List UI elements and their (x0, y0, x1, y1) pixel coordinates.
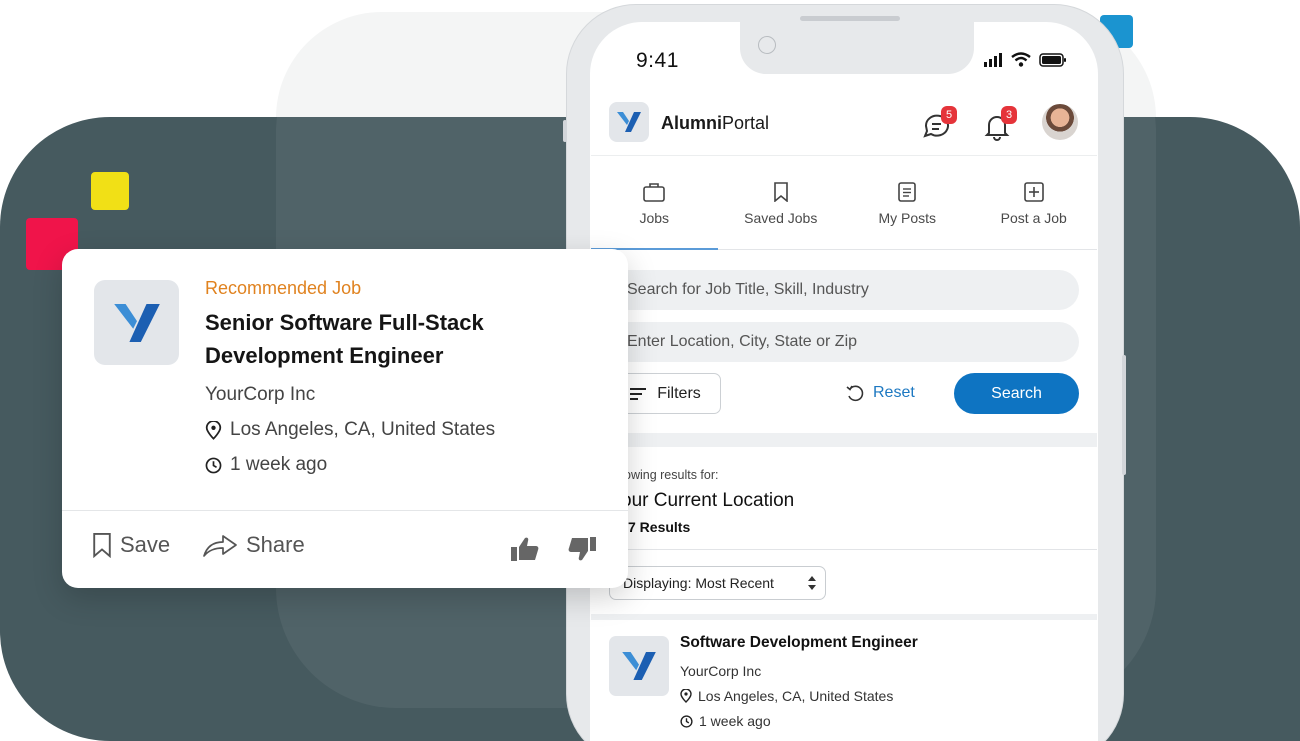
recommended-job-card[interactable]: Recommended Job Senior Software Full-Sta… (62, 249, 628, 588)
thumbs-down-icon[interactable] (567, 536, 597, 562)
results-divider (591, 549, 1097, 550)
save-label: Save (120, 532, 171, 557)
app-logo[interactable] (609, 102, 649, 142)
recommended-time: 1 week ago (205, 454, 327, 476)
app-title: AlumniPortal (661, 113, 769, 134)
card-divider (62, 510, 628, 511)
tab-my-posts[interactable]: My Posts (844, 172, 971, 249)
job-listing-location-text: Los Angeles, CA, United States (698, 688, 894, 704)
y-logo-icon (113, 303, 160, 342)
reset-button[interactable]: Reset (845, 383, 915, 403)
plus-square-icon (1023, 182, 1044, 202)
search-button[interactable]: Search (954, 373, 1079, 414)
bookmark-icon (93, 532, 111, 558)
battery-icon (1039, 52, 1066, 67)
clock-icon (205, 457, 222, 473)
messages-badge: 5 (941, 106, 957, 124)
app-title-bold: Alumni (661, 113, 722, 133)
notifications-badge: 3 (1001, 106, 1017, 124)
status-icons (983, 52, 1067, 67)
job-listing-company: YourCorp Inc (680, 663, 762, 679)
phone-side-button (563, 120, 567, 142)
job-search-input[interactable]: Search for Job Title, Skill, Industry (609, 270, 1079, 310)
y-logo-icon (622, 652, 656, 680)
tab-jobs-label: Jobs (639, 210, 670, 226)
job-listing-time-text: 1 week ago (699, 713, 771, 729)
job-listing-title[interactable]: Software Development Engineer (680, 634, 918, 652)
wifi-icon (1011, 52, 1031, 67)
share-button[interactable]: Share (202, 532, 305, 558)
camera-icon (758, 36, 776, 54)
share-icon (203, 535, 237, 557)
thumbs-up-icon[interactable] (510, 536, 540, 562)
briefcase-icon (643, 183, 666, 202)
recommended-label: Recommended Job (205, 278, 362, 298)
app-title-regular: Portal (722, 113, 770, 133)
results-location: our Current Location (621, 490, 795, 511)
tab-post-a-job[interactable]: Post a Job (971, 172, 1098, 249)
recommended-company: YourCorp Inc (205, 384, 316, 405)
phone-power-button (1122, 355, 1126, 475)
app-header: AlumniPortal 5 3 (591, 98, 1097, 156)
recommended-time-text: 1 week ago (230, 454, 328, 475)
avatar[interactable] (1042, 104, 1078, 140)
save-button[interactable]: Save (92, 532, 170, 558)
sort-arrows-icon (808, 576, 816, 590)
job-listing-logo (609, 636, 669, 696)
filters-label: Filters (657, 384, 701, 402)
document-icon (898, 182, 917, 202)
reset-label: Reset (873, 384, 915, 401)
location-pin-icon (205, 420, 222, 440)
job-listing-location: Los Angeles, CA, United States (680, 688, 893, 704)
results-count: 7 Results (628, 519, 691, 535)
messages-button[interactable]: 5 (921, 106, 957, 144)
filter-icon (630, 387, 647, 400)
notifications-button[interactable]: 3 (981, 106, 1017, 144)
recommended-location: Los Angeles, CA, United States (205, 419, 495, 441)
clock-icon (680, 714, 693, 728)
location-search-input[interactable]: Enter Location, City, State or Zip (609, 322, 1079, 362)
status-time: 9:41 (636, 49, 679, 72)
undo-icon (846, 385, 864, 402)
signal-icon (984, 52, 1002, 67)
results-for-label: owing results for: (624, 468, 719, 482)
tab-post-a-job-label: Post a Job (1000, 210, 1067, 226)
tab-jobs[interactable]: Jobs (591, 172, 718, 250)
recommended-location-text: Los Angeles, CA, United States (230, 419, 496, 440)
y-logo-icon (617, 112, 641, 132)
job-listing-time: 1 week ago (680, 713, 771, 729)
share-label: Share (246, 532, 305, 557)
location-pin-icon (680, 689, 692, 703)
section-divider (591, 433, 1097, 447)
bookmark-icon (773, 182, 788, 202)
sort-select-value: Displaying: Most Recent (623, 575, 774, 591)
tab-bar: Jobs Saved Jobs My Posts Post a Job (591, 172, 1097, 250)
tab-saved-jobs[interactable]: Saved Jobs (718, 172, 845, 249)
decor-yellow-square (91, 172, 129, 210)
list-divider (591, 614, 1097, 620)
tab-saved-jobs-label: Saved Jobs (744, 210, 818, 226)
tab-my-posts-label: My Posts (878, 210, 937, 226)
company-logo (94, 280, 179, 365)
sort-select[interactable]: Displaying: Most Recent (609, 566, 826, 600)
recommended-job-title[interactable]: Senior Software Full-Stack Development E… (205, 306, 605, 372)
phone-speaker (800, 16, 900, 21)
